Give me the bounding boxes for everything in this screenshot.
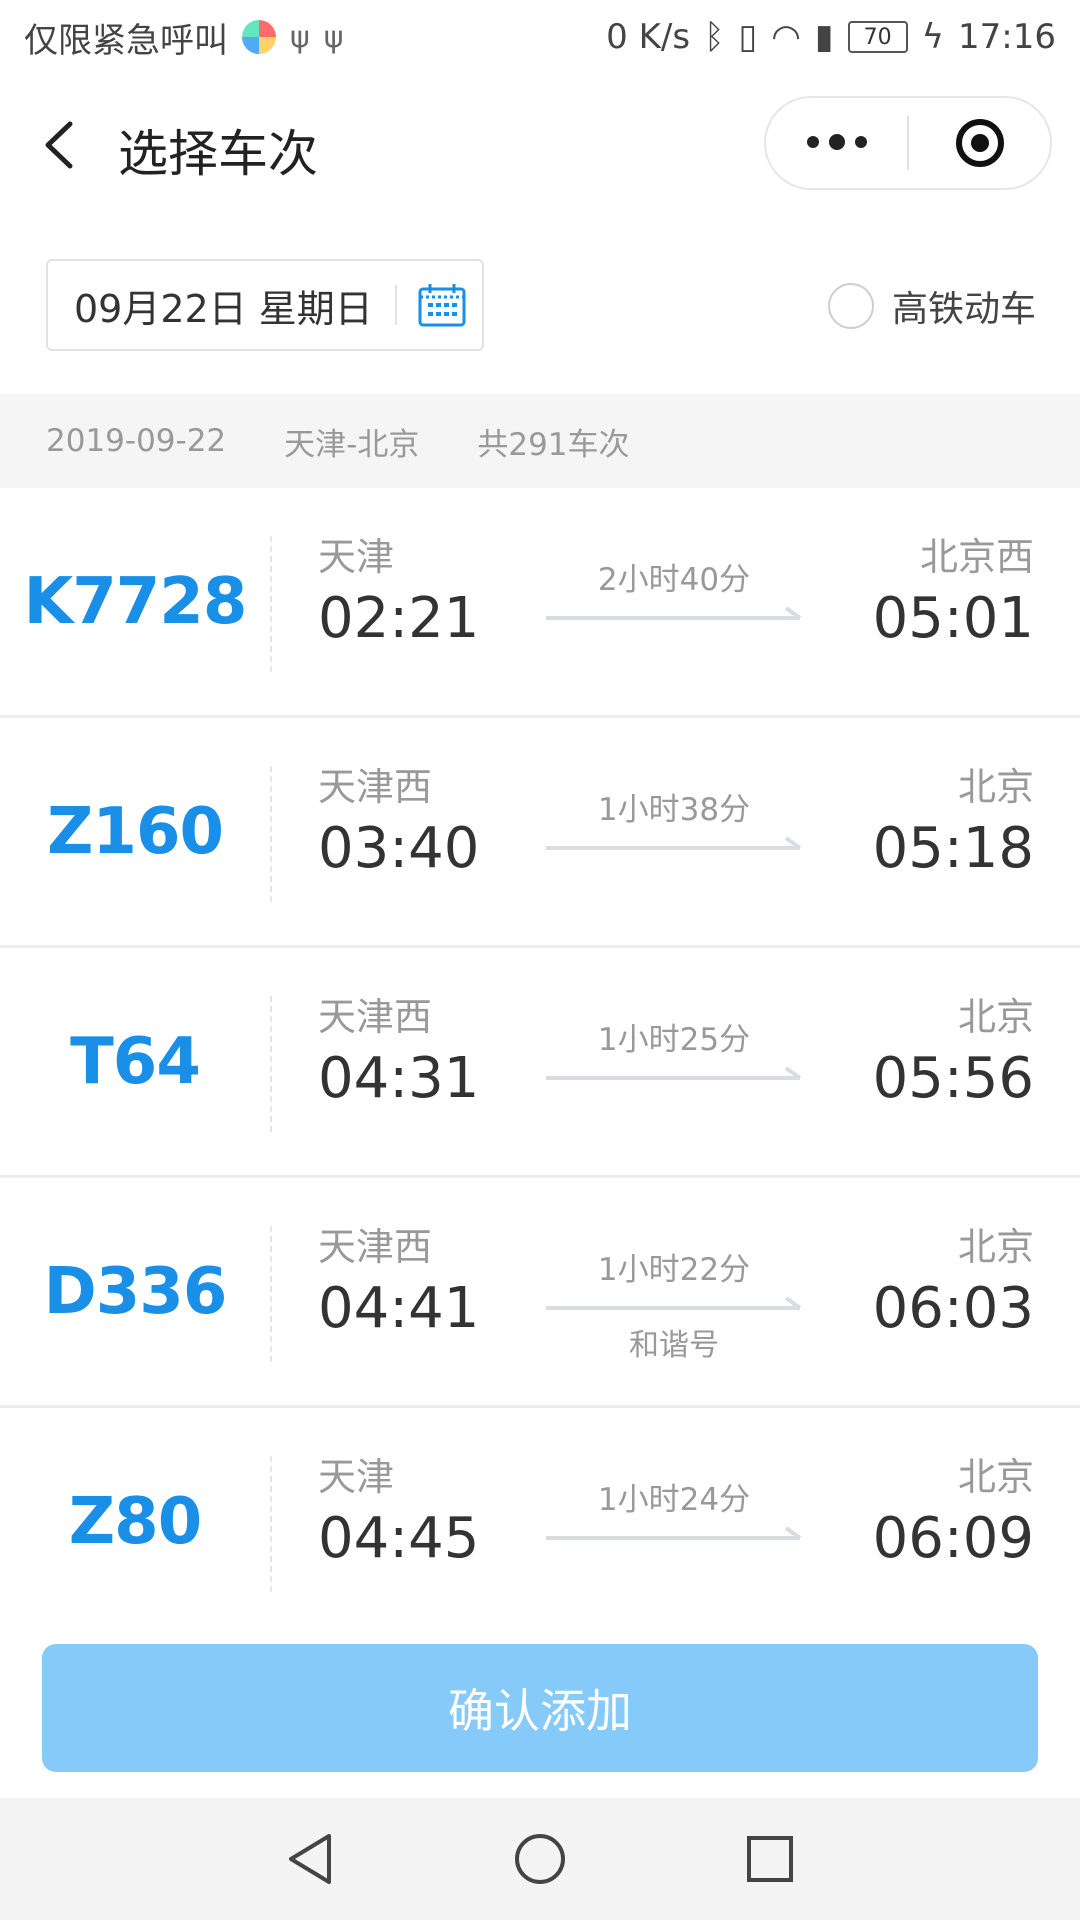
- train-row[interactable]: Z80 天津 04:45 1小时24分 北京 06:09: [0, 1408, 1080, 1618]
- arrival-station: 北京: [957, 765, 1034, 809]
- close-mini-program-button[interactable]: [909, 98, 1050, 188]
- charging-icon: ϟ: [921, 17, 945, 57]
- arrow-right-icon: [546, 1526, 802, 1540]
- arrival-station: 北京: [957, 1225, 1034, 1269]
- departure-time: 04:31: [318, 1046, 480, 1111]
- high-speed-radio[interactable]: [827, 283, 874, 329]
- duration: 1小时25分: [597, 1022, 751, 1058]
- arrival-time: 06:03: [872, 1276, 1034, 1341]
- train-row[interactable]: T64 天津西 04:31 1小时25分 北京 05:56: [0, 948, 1080, 1178]
- arrival-time: 06:09: [872, 1506, 1034, 1571]
- arrival-station: 北京西: [919, 535, 1034, 579]
- back-arrow-icon[interactable]: [40, 120, 80, 170]
- date-picker-divider: [394, 285, 397, 325]
- arrival-time: 05:01: [872, 586, 1034, 651]
- train-row[interactable]: Z160 天津西 03:40 1小时38分 北京 05:18: [0, 718, 1080, 948]
- summary-date: 2019-09-22: [46, 423, 227, 459]
- duration: 1小时38分: [597, 792, 751, 828]
- row-divider: [270, 536, 272, 672]
- sim-alert-icon: ▮: [814, 17, 834, 57]
- calendar-icon: [418, 284, 466, 327]
- row-divider: [270, 1226, 272, 1362]
- train-number: Z80: [68, 1484, 202, 1559]
- departure-station: 天津: [318, 535, 395, 579]
- clock: 17:16: [958, 17, 1056, 57]
- departure-station: 天津西: [318, 765, 433, 809]
- summary-route: 天津-北京: [284, 426, 420, 463]
- date-label: 09月22日 星期日: [74, 286, 373, 331]
- system-nav-bar: [0, 1798, 1080, 1920]
- duration: 1小时22分: [597, 1252, 751, 1288]
- battery-level: 70: [863, 24, 892, 50]
- departure-time: 02:21: [318, 586, 480, 651]
- page-header: 选择车次: [0, 96, 1080, 196]
- train-subtype: 和谐号: [629, 1328, 719, 1363]
- triangle-back-icon: [289, 1834, 331, 1884]
- train-list: K7728 天津 02:21 2小时40分 北京西 05:01 Z160 天津西…: [0, 488, 1080, 1618]
- departure-time: 03:40: [318, 816, 480, 881]
- nav-back-button[interactable]: [280, 1829, 340, 1889]
- arrival-station: 北京: [957, 995, 1034, 1039]
- date-picker[interactable]: 09月22日 星期日: [46, 259, 484, 351]
- app-notification-icon: [242, 20, 276, 54]
- usb-icon: ψ: [323, 19, 344, 55]
- wifi-icon: ◠: [771, 17, 801, 57]
- departure-time: 04:45: [318, 1506, 480, 1571]
- arrival-time: 05:56: [872, 1046, 1034, 1111]
- departure-time: 04:41: [318, 1276, 480, 1341]
- duration: 2小时40分: [597, 562, 751, 598]
- train-number: D336: [43, 1254, 228, 1329]
- row-divider: [270, 996, 272, 1132]
- route-summary: 2019-09-22 天津-北京 共291车次: [0, 394, 1080, 488]
- status-carrier-text: 仅限紧急呼叫: [24, 20, 228, 61]
- train-number: T64: [70, 1024, 201, 1099]
- page-title: 选择车次: [118, 125, 318, 183]
- confirm-add-button[interactable]: 确认添加: [42, 1644, 1038, 1772]
- departure-station: 天津西: [318, 995, 433, 1039]
- vibrate-icon: ▯: [738, 17, 758, 57]
- summary-count: 共291车次: [477, 426, 630, 463]
- nav-home-button[interactable]: [510, 1829, 570, 1889]
- arrival-station: 北京: [957, 1455, 1034, 1499]
- status-bar: 仅限紧急呼叫 ψ ψ 0 K/s ᛒ ▯ ◠ ▮ 70 ϟ 17:16: [0, 0, 1080, 74]
- train-number: K7728: [23, 564, 248, 639]
- footer: 确认添加: [0, 1618, 1080, 1798]
- row-divider: [270, 1456, 272, 1592]
- more-button[interactable]: [766, 98, 907, 188]
- departure-station: 天津西: [318, 1225, 433, 1269]
- train-number: Z160: [47, 794, 224, 869]
- battery-icon: 70: [847, 21, 908, 53]
- circle-home-icon: [515, 1834, 565, 1884]
- bluetooth-icon: ᛒ: [704, 17, 725, 57]
- arrow-right-icon: [546, 1066, 802, 1080]
- nav-recents-button[interactable]: [740, 1829, 800, 1889]
- row-divider: [270, 766, 272, 902]
- usb-icon: ψ: [290, 19, 310, 55]
- high-speed-label: 高铁动车: [891, 289, 1036, 330]
- more-dots-icon: [806, 134, 867, 150]
- arrival-time: 05:18: [872, 816, 1034, 881]
- square-recents-icon: [747, 1836, 793, 1882]
- duration: 1小时24分: [597, 1482, 751, 1518]
- high-speed-filter[interactable]: 高铁动车: [827, 280, 1036, 332]
- arrow-right-icon: [546, 1296, 802, 1310]
- arrow-right-icon: [546, 836, 802, 850]
- arrow-right-icon: [546, 606, 802, 620]
- departure-station: 天津: [318, 1455, 395, 1499]
- train-row[interactable]: K7728 天津 02:21 2小时40分 北京西 05:01: [0, 488, 1080, 718]
- target-icon: [955, 119, 1004, 167]
- train-row[interactable]: D336 天津西 04:41 1小时22分 和谐号 北京 06:03: [0, 1178, 1080, 1408]
- mini-program-capsule: [764, 96, 1052, 190]
- network-speed: 0 K/s: [606, 17, 691, 57]
